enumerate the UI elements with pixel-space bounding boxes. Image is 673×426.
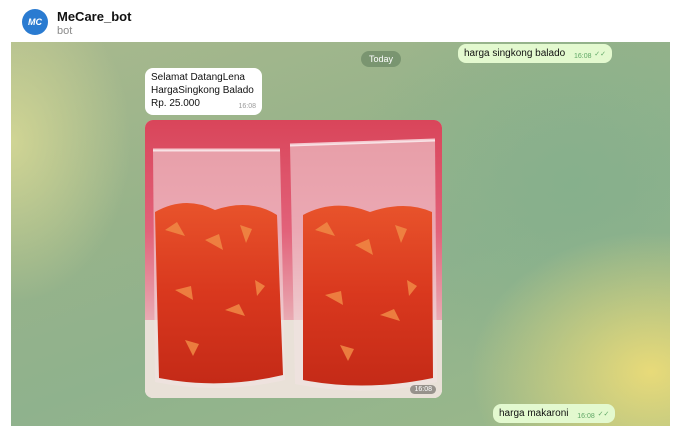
date-separator: Today — [361, 51, 402, 67]
message-time: 16:08 — [410, 385, 436, 394]
chat-header: MC MeCare_bot bot — [0, 0, 673, 42]
snack-photo — [145, 120, 442, 398]
incoming-message[interactable]: Selamat DatangLena HargaSingkong Balado … — [145, 68, 262, 115]
message-text: harga singkong balado — [464, 48, 566, 59]
outgoing-message[interactable]: harga makaroni 16:08 ✓✓ — [493, 404, 616, 423]
message-line: HargaSingkong Balado — [151, 85, 254, 96]
outgoing-message[interactable]: harga singkong balado 16:08 ✓✓ — [458, 44, 613, 63]
message-line: Selamat DatangLena — [151, 72, 245, 83]
chat-subtitle: bot — [57, 25, 73, 37]
message-time: 16:08 — [577, 413, 595, 420]
bot-avatar[interactable]: MC — [22, 9, 48, 35]
chat-title[interactable]: MeCare_bot — [57, 9, 131, 24]
message-time: 16:08 — [238, 103, 256, 110]
chat-area[interactable]: Today harga singkong balado 16:08 ✓✓ Sel… — [11, 42, 670, 426]
double-check-icon: ✓✓ — [597, 411, 610, 418]
photo-message[interactable]: 16:08 — [145, 120, 442, 398]
message-text: harga makaroni — [499, 408, 569, 419]
double-check-icon: ✓✓ — [594, 51, 607, 58]
message-time: 16:08 — [573, 53, 592, 60]
